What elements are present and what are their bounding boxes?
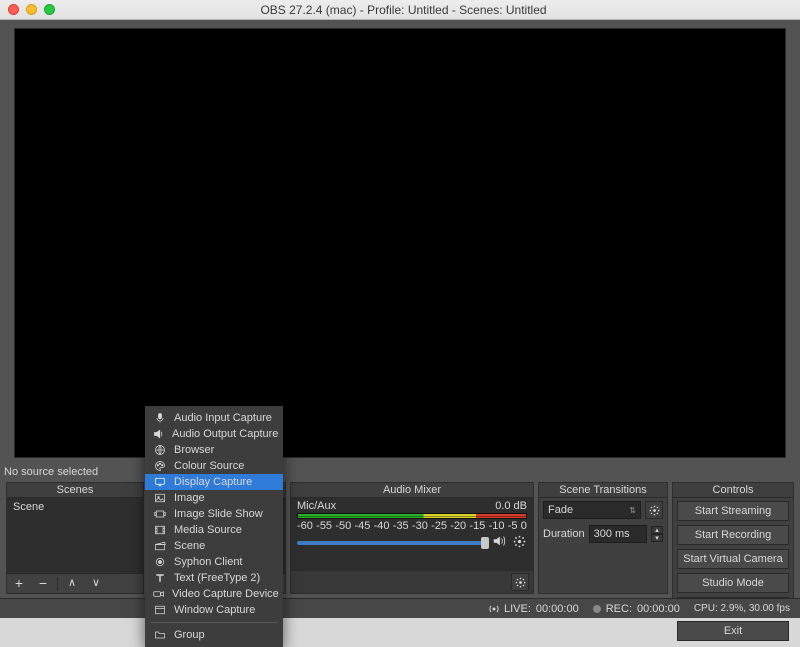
menu-separator (151, 622, 277, 623)
transitions-panel: Scene Transitions Fade ⇅ Duration 300 ms (538, 482, 668, 594)
start-streaming-button[interactable]: Start Streaming (677, 501, 789, 521)
globe-icon (153, 444, 167, 456)
mute-button[interactable] (491, 534, 507, 551)
window-controls (8, 4, 55, 15)
minimize-window-button[interactable] (26, 4, 37, 15)
exit-button[interactable]: Exit (677, 621, 789, 641)
broadcast-icon (489, 604, 499, 614)
duration-stepper[interactable]: ▴▾ (651, 526, 663, 542)
vu-meter (297, 513, 527, 519)
no-source-label: No source selected (0, 464, 800, 482)
mic-icon (153, 412, 167, 424)
menu-item-video-capture-device[interactable]: Video Capture Device (145, 586, 283, 602)
controls-list: Start Streaming Start Recording Start Vi… (673, 498, 793, 643)
track-name: Mic/Aux (297, 500, 336, 512)
mixer-settings-button[interactable] (511, 573, 529, 591)
transition-settings-button[interactable] (645, 501, 663, 519)
menu-item-audio-output-capture[interactable]: Audio Output Capture (145, 426, 283, 442)
mixer-track-micaux: Mic/Aux 0.0 dB -60-55-50-45-40-35-30-25-… (291, 498, 533, 551)
menu-item-browser[interactable]: Browser (145, 442, 283, 458)
menu-item-syphon-client[interactable]: Syphon Client (145, 554, 283, 570)
duration-input[interactable]: 300 ms (589, 525, 647, 543)
scenes-title: Scenes (7, 483, 143, 498)
slides-icon (153, 508, 167, 520)
volume-slider[interactable] (297, 541, 487, 545)
monitor-icon (153, 476, 167, 488)
titlebar: OBS 27.2.4 (mac) - Profile: Untitled - S… (0, 0, 800, 20)
meter-ticks: -60-55-50-45-40-35-30-25-20-15-10-50 (297, 520, 527, 532)
app-root: No source selected Scenes Scene + − ∧ ∨ … (0, 20, 800, 618)
mixer-body: Mic/Aux 0.0 dB -60-55-50-45-40-35-30-25-… (291, 498, 533, 571)
live-status: LIVE:00:00:00 (489, 603, 579, 615)
menu-item-group[interactable]: Group (145, 627, 283, 643)
chevron-updown-icon: ⇅ (629, 506, 636, 515)
panels-row: Scenes Scene + − ∧ ∨ Sources + − ✿ ∧ ∨ (0, 482, 800, 610)
clapper-icon (153, 540, 167, 552)
duration-label: Duration (543, 528, 585, 540)
record-dot-icon (593, 605, 601, 613)
window-icon (153, 604, 167, 616)
cpu-status: CPU: 2.9%, 30.00 fps (694, 603, 790, 614)
menu-item-colour-source[interactable]: Colour Source (145, 458, 283, 474)
mixer-title: Audio Mixer (291, 483, 533, 498)
window-title: OBS 27.2.4 (mac) - Profile: Untitled - S… (55, 3, 752, 17)
start-recording-button[interactable]: Start Recording (677, 525, 789, 545)
menu-item-media-source[interactable]: Media Source (145, 522, 283, 538)
menu-item-text-freetype2[interactable]: Text (FreeType 2) (145, 570, 283, 586)
controls-panel: Controls Start Streaming Start Recording… (672, 482, 794, 610)
scene-down-button[interactable]: ∨ (84, 574, 108, 594)
menu-item-display-capture[interactable]: Display Capture (145, 474, 283, 490)
menu-item-audio-input-capture[interactable]: Audio Input Capture (145, 410, 283, 426)
syphon-icon (153, 556, 167, 568)
speaker-icon (153, 428, 165, 440)
scene-item[interactable]: Scene (7, 498, 143, 516)
menu-item-image[interactable]: Image (145, 490, 283, 506)
rec-status: REC:00:00:00 (593, 603, 680, 615)
close-window-button[interactable] (8, 4, 19, 15)
menu-item-scene[interactable]: Scene (145, 538, 283, 554)
camera-icon (153, 588, 165, 600)
add-scene-button[interactable]: + (7, 574, 31, 594)
scenes-list[interactable]: Scene (7, 498, 143, 573)
mixer-footer (291, 571, 533, 593)
zoom-window-button[interactable] (44, 4, 55, 15)
palette-icon (153, 460, 167, 472)
folder-icon (153, 629, 167, 641)
text-icon (153, 572, 167, 584)
add-source-menu: Audio Input Capture Audio Output Capture… (145, 406, 283, 647)
transitions-title: Scene Transitions (539, 483, 667, 498)
menu-item-image-slide-show[interactable]: Image Slide Show (145, 506, 283, 522)
remove-scene-button[interactable]: − (31, 574, 55, 594)
scenes-panel: Scenes Scene + − ∧ ∨ (6, 482, 144, 594)
transitions-body: Fade ⇅ Duration 300 ms ▴▾ (539, 498, 667, 593)
start-virtual-camera-button[interactable]: Start Virtual Camera (677, 549, 789, 569)
status-bar: LIVE:00:00:00 REC:00:00:00 CPU: 2.9%, 30… (0, 598, 800, 618)
audio-mixer-panel: Audio Mixer Mic/Aux 0.0 dB -60-55-50-45-… (290, 482, 534, 594)
image-icon (153, 492, 167, 504)
scenes-footer: + − ∧ ∨ (7, 573, 143, 593)
studio-mode-button[interactable]: Studio Mode (677, 573, 789, 593)
film-icon (153, 524, 167, 536)
scene-up-button[interactable]: ∧ (60, 574, 84, 594)
menu-item-window-capture[interactable]: Window Capture (145, 602, 283, 618)
preview-area[interactable] (14, 28, 786, 458)
track-settings-button[interactable] (511, 535, 527, 551)
controls-title: Controls (673, 483, 793, 498)
transition-select[interactable]: Fade ⇅ (543, 501, 641, 519)
track-db: 0.0 dB (495, 500, 527, 512)
